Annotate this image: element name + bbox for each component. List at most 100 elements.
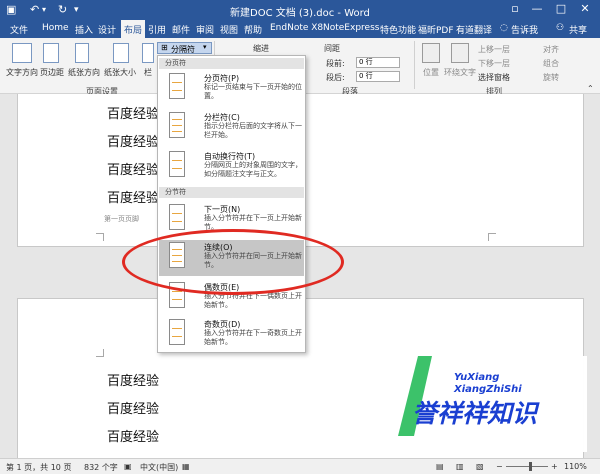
position-button[interactable]: 位置 <box>423 67 439 78</box>
tab-endnote[interactable]: EndNote X8 <box>270 23 323 33</box>
group-button[interactable]: 组合 <box>543 58 559 69</box>
orientation-button[interactable]: 纸张方向 <box>68 67 100 78</box>
odd-page-icon <box>169 319 185 345</box>
customize-qat-icon[interactable]: ▾ <box>74 5 79 15</box>
rotate-button[interactable]: 旋转 <box>543 72 559 83</box>
wrap-text-button[interactable]: 环绕文字 <box>444 67 476 78</box>
title-bar: ▣ ↶ ▾ ↻ ▾ 新建DOC 文档 (3).doc - Word ▫ — □ … <box>0 0 600 20</box>
watermark-brand-cn: 誉祥祥知识 <box>412 399 540 428</box>
watermark-brand-line2: XiangZhiShi <box>453 384 522 395</box>
zoom-out-icon[interactable]: − <box>496 462 503 471</box>
margins-icon[interactable] <box>43 43 59 63</box>
menu-item-description: 指示分栏符后面的文字将从下一栏开始。 <box>204 122 302 139</box>
tab-file[interactable]: 文件 <box>10 23 28 36</box>
status-bar: 第 1 页，共 10 页 832 个字 ▣ 中文(中国) ▦ ▤ ▥ ▧ − +… <box>0 458 600 474</box>
spacing-after-input[interactable]: 0 行 <box>356 71 400 82</box>
spacing-before-label: 段前: <box>326 59 345 68</box>
page-breaks-header: 分页符 <box>159 58 304 69</box>
column-break-icon <box>169 112 185 138</box>
tab-design[interactable]: 设计 <box>98 23 116 36</box>
orientation-icon[interactable] <box>75 43 89 63</box>
share-button[interactable]: 共享 <box>569 23 587 36</box>
window-title: 新建DOC 文档 (3).doc - Word <box>230 8 370 19</box>
document-line[interactable]: 百度经验 <box>107 398 159 417</box>
tab-translate[interactable]: 有道翻译 <box>456 23 492 36</box>
ribbon-display-icon[interactable]: ▫ <box>506 2 524 15</box>
tab-layout[interactable]: 布局 <box>121 20 146 38</box>
zoom-level[interactable]: 110% <box>564 462 587 471</box>
breaks-button[interactable]: ⊞ 分隔符 ▾ <box>157 42 212 54</box>
tab-pdf[interactable]: 福昕PDF <box>418 23 454 36</box>
zoom-in-icon[interactable]: + <box>551 462 558 471</box>
send-backward-button[interactable]: 下移一层 <box>478 58 510 69</box>
spacing-label: 间距 <box>324 44 340 53</box>
maximize-icon[interactable]: □ <box>552 2 570 15</box>
tab-references[interactable]: 引用 <box>148 23 166 36</box>
spacing-after-label: 段后: <box>326 73 345 82</box>
tell-me-box[interactable]: 告诉我 <box>511 23 538 36</box>
document-line[interactable]: 百度经验 <box>107 370 159 389</box>
close-icon[interactable]: ✕ <box>576 2 594 15</box>
undo-dropdown-icon[interactable]: ▾ <box>42 5 46 14</box>
web-layout-icon[interactable]: ▧ <box>476 462 484 471</box>
size-button[interactable]: 纸张大小 <box>104 67 136 78</box>
print-layout-icon[interactable]: ▥ <box>456 462 464 471</box>
bring-forward-button[interactable]: 上移一层 <box>478 44 510 55</box>
align-button[interactable]: 对齐 <box>543 44 559 55</box>
watermark-brand-line1: YuXiang <box>454 372 499 383</box>
menu-item-description: 标记一页结束与下一页开始的位置。 <box>204 83 302 100</box>
tab-insert[interactable]: 插入 <box>75 23 93 36</box>
lightbulb-icon: ◌ <box>500 23 508 33</box>
page-count[interactable]: 第 1 页，共 10 页 <box>6 462 71 473</box>
proofing-icon[interactable]: ▣ <box>124 462 132 471</box>
tab-noteexpress[interactable]: NoteExpress <box>323 23 379 33</box>
highlight-ellipse <box>122 229 344 295</box>
document-line[interactable]: 百度经验 <box>107 159 159 178</box>
crop-mark <box>96 349 104 357</box>
menu-item-text-wrapping-break[interactable]: 自动换行符(T) 分隔网页上的对象周围的文字，如分隔题注文字与正文。 <box>159 149 304 185</box>
tab-features[interactable]: 特色功能 <box>380 23 416 36</box>
tab-home[interactable]: Home <box>42 23 69 33</box>
tab-review[interactable]: 审阅 <box>196 23 214 36</box>
menu-item-odd-page[interactable]: 奇数页(D) 插入分节符并在下一奇数页上开始新节。 <box>159 317 304 351</box>
read-mode-icon[interactable]: ▤ <box>436 462 444 471</box>
language-indicator[interactable]: 中文(中国) <box>140 462 178 473</box>
zoom-slider[interactable] <box>506 466 548 467</box>
next-page-icon <box>169 204 185 230</box>
zoom-slider-thumb[interactable] <box>529 462 532 471</box>
document-line[interactable]: 百度经验 <box>107 131 159 150</box>
document-line[interactable]: 百度经验 <box>107 103 159 122</box>
collapse-ribbon-icon[interactable]: ⌃ <box>587 84 594 93</box>
tab-help[interactable]: 帮助 <box>244 23 262 36</box>
word-count[interactable]: 832 个字 <box>84 462 118 473</box>
columns-button[interactable]: 栏 <box>144 67 152 78</box>
minimize-icon[interactable]: — <box>528 2 546 15</box>
text-direction-icon[interactable] <box>12 43 32 63</box>
position-icon[interactable] <box>422 43 440 63</box>
menu-item-page-break[interactable]: 分页符(P) 标记一页结束与下一页开始的位置。 <box>159 71 304 105</box>
selection-pane-button[interactable]: 选择窗格 <box>478 72 510 83</box>
macro-icon[interactable]: ▦ <box>182 462 190 471</box>
document-line[interactable]: 百度经验 <box>107 187 159 206</box>
size-icon[interactable] <box>113 43 129 63</box>
spacing-before-input[interactable]: 0 行 <box>356 57 400 68</box>
save-icon[interactable]: ▣ <box>6 3 16 16</box>
watermark-logo: YuXiang XiangZhiShi 誉祥祥知识 <box>396 356 587 452</box>
redo-icon[interactable]: ↻ <box>58 3 67 16</box>
tab-view[interactable]: 视图 <box>220 23 238 36</box>
text-direction-button[interactable]: 文字方向 <box>6 67 38 78</box>
tab-mailings[interactable]: 邮件 <box>172 23 190 36</box>
ribbon-separator <box>414 41 415 89</box>
page-break-icon <box>169 73 185 99</box>
wrap-text-icon[interactable] <box>451 43 469 63</box>
menu-item-column-break[interactable]: 分栏符(C) 指示分栏符后面的文字将从下一栏开始。 <box>159 110 304 144</box>
margins-button[interactable]: 页边距 <box>40 67 64 78</box>
document-line[interactable]: 百度经验 <box>107 426 159 445</box>
text-wrapping-break-icon <box>169 151 185 177</box>
indent-label: 缩进 <box>253 44 269 53</box>
columns-icon[interactable] <box>142 43 154 63</box>
ribbon-tabs: 文件 Home 插入 设计 布局 引用 邮件 审阅 视图 帮助 EndNote … <box>0 20 600 38</box>
section-breaks-header: 分节符 <box>159 187 304 198</box>
share-icon: ⚇ <box>556 23 565 33</box>
undo-icon[interactable]: ↶ <box>30 3 39 16</box>
